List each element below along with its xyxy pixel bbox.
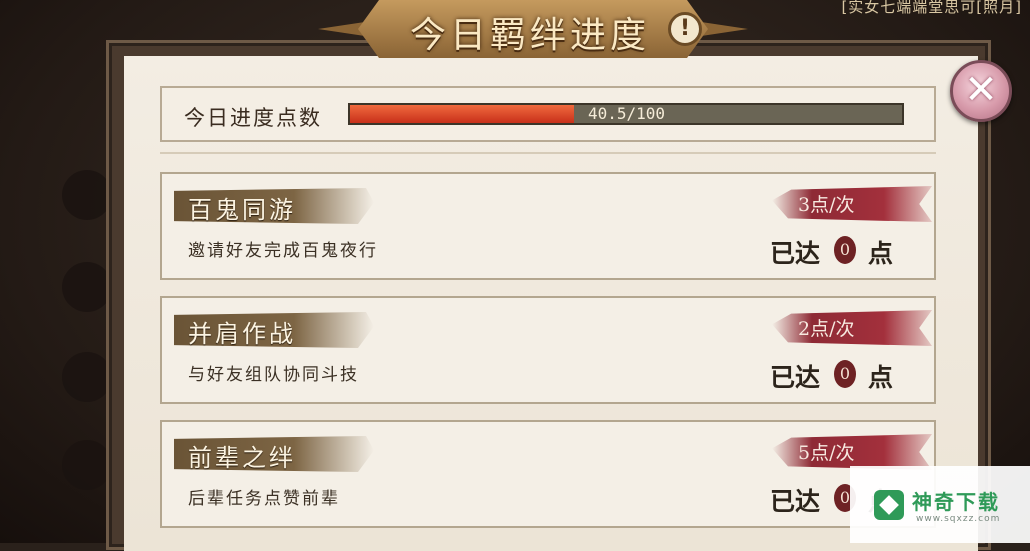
task-card: 百鬼同游 邀请好友完成百鬼夜行 3点/次 已达 0 点 — [160, 172, 936, 280]
close-icon: ✕ — [964, 67, 998, 113]
title-plaque: 今日羁绊进度 ! — [318, 0, 748, 64]
background-caption: [实女七端端堂思可[照月] — [841, 0, 1022, 16]
watermark-name: 神奇下载 — [912, 490, 1000, 514]
done-label: 已达 — [770, 239, 821, 268]
task-name: 前辈之绊 — [188, 444, 296, 472]
background-avatar — [62, 352, 112, 402]
task-name: 百鬼同游 — [188, 196, 296, 224]
watermark-url: www.sqxzz.com — [916, 514, 1001, 524]
background-avatar — [62, 170, 112, 220]
task-card: 并肩作战 与好友组队协同斗技 2点/次 已达 0 点 — [160, 296, 936, 404]
background-avatar — [62, 262, 112, 312]
watermark: 神奇下载 www.sqxzz.com — [850, 466, 1030, 543]
task-card: 前辈之绊 后辈任务点赞前辈 5点/次 已达 0 点 — [160, 420, 936, 528]
task-rate: 2点/次 — [798, 318, 855, 340]
done-unit: 点 — [868, 239, 894, 268]
done-count: 0 — [834, 236, 856, 264]
progress-label: 今日进度点数 — [184, 106, 322, 130]
daily-progress-box: 今日进度点数 40.5/100 — [160, 86, 936, 142]
done-label: 已达 — [770, 363, 821, 392]
close-button[interactable]: ✕ — [950, 60, 1012, 122]
dialog-title: 今日羁绊进度 — [410, 15, 651, 56]
task-description: 后辈任务点赞前辈 — [188, 489, 340, 509]
task-description: 与好友组队协同斗技 — [188, 365, 359, 385]
task-rate: 3点/次 — [798, 194, 855, 216]
watermark-logo-icon — [874, 490, 904, 520]
task-name: 并肩作战 — [188, 320, 296, 348]
progress-bar: 40.5/100 — [348, 103, 904, 125]
progress-value: 40.5/100 — [588, 104, 666, 123]
task-description: 邀请好友完成百鬼夜行 — [188, 241, 378, 261]
done-label: 已达 — [770, 487, 821, 516]
done-count: 0 — [834, 360, 856, 388]
task-rate: 5点/次 — [798, 442, 855, 464]
divider — [160, 152, 936, 154]
info-icon[interactable]: ! — [668, 12, 702, 46]
done-unit: 点 — [868, 363, 894, 392]
background-avatar — [62, 440, 112, 490]
progress-bar-fill — [350, 105, 574, 123]
